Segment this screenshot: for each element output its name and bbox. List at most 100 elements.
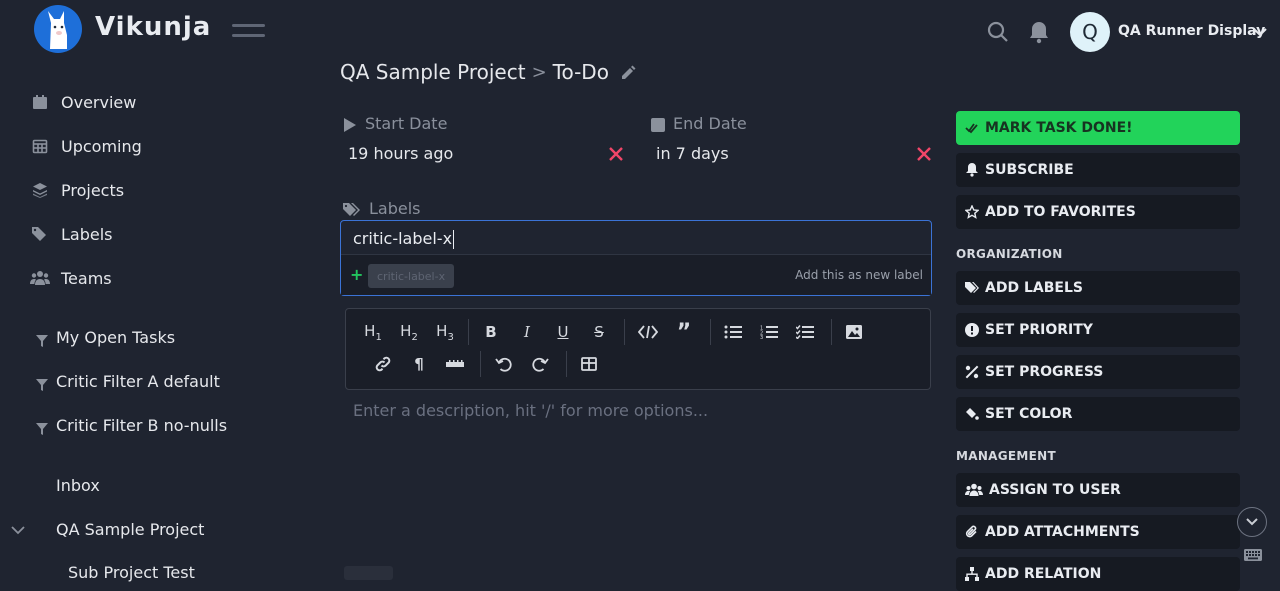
chevron-down-icon[interactable]: [10, 522, 26, 538]
filter-icon: [36, 420, 48, 435]
chevron-down-icon: [1246, 518, 1258, 526]
sidebar-item-label: Upcoming: [61, 136, 142, 156]
sidebar-filter-my-open-tasks[interactable]: My Open Tasks: [36, 328, 175, 347]
heading-1-icon[interactable]: H1: [359, 320, 387, 344]
bell-icon: [965, 163, 979, 177]
new-label-chip[interactable]: critic-label-x: [368, 264, 455, 288]
svg-text:3: 3: [760, 335, 763, 339]
filter-icon: [36, 376, 48, 391]
calendar-icon: [30, 92, 50, 112]
labels-search-input[interactable]: critic-label-x: [353, 229, 455, 249]
sidebar-item-label: Teams: [61, 268, 112, 288]
underline-icon[interactable]: U: [549, 320, 577, 344]
calendar-grid-icon: [30, 136, 50, 156]
add-labels-button[interactable]: ADD LABELS: [956, 271, 1240, 305]
bold-icon[interactable]: B: [477, 320, 505, 344]
sidebar-filter-critic-a[interactable]: Critic Filter A default: [36, 372, 220, 391]
plus-icon: +: [350, 265, 364, 284]
user-menu-name[interactable]: QA Runner Display: [1118, 23, 1265, 39]
labels-multiselect[interactable]: critic-label-x + critic-label-x Add this…: [340, 220, 932, 296]
mark-done-button[interactable]: MARK TASK DONE!: [956, 111, 1240, 145]
table-icon[interactable]: [575, 352, 603, 376]
clear-start-date-icon[interactable]: [609, 146, 625, 162]
strikethrough-icon[interactable]: S: [585, 320, 613, 344]
sidebar-item-projects[interactable]: Projects: [30, 178, 124, 202]
sidebar-item-teams[interactable]: Teams: [30, 266, 112, 290]
tags-icon: [30, 224, 50, 244]
description-placeholder[interactable]: Enter a description, hit '/' for more op…: [353, 401, 708, 420]
code-icon[interactable]: [634, 320, 662, 344]
double-check-icon: [965, 121, 979, 135]
chevron-down-icon[interactable]: [1252, 24, 1268, 40]
sidebar-project-qa-sample[interactable]: QA Sample Project: [56, 520, 204, 539]
add-attachments-button[interactable]: ADD ATTACHMENTS: [956, 515, 1240, 549]
sidebar-project-inbox[interactable]: Inbox: [56, 476, 100, 495]
label-suggestion-row[interactable]: + critic-label-x Add this as new label: [341, 255, 931, 295]
tags-icon: [965, 281, 979, 295]
sidebar-filter-label: Critic Filter A default: [56, 372, 220, 391]
ordered-list-icon[interactable]: 123: [755, 320, 783, 344]
breadcrumb: QA Sample Project > To-Do: [340, 60, 637, 84]
star-icon: [965, 205, 979, 219]
add-to-favorites-button[interactable]: ADD TO FAVORITES: [956, 195, 1240, 229]
scroll-down-button[interactable]: [1237, 507, 1267, 537]
sidebar-filter-critic-b[interactable]: Critic Filter B no-nulls: [36, 416, 227, 435]
editor-toolbar: H1 H2 H3 B I U S ” 123 ¶: [345, 308, 931, 390]
menu-toggle-icon[interactable]: [232, 24, 265, 44]
vikunja-logo[interactable]: [34, 5, 82, 53]
play-icon: [343, 117, 357, 132]
fill-drip-icon: [965, 407, 979, 421]
end-date-label: End Date: [651, 114, 747, 133]
start-date-value[interactable]: 19 hours ago: [348, 144, 453, 163]
subscribe-button[interactable]: SUBSCRIBE: [956, 153, 1240, 187]
sidebar-item-label: Labels: [61, 224, 113, 244]
search-icon[interactable]: [986, 20, 1010, 44]
image-icon[interactable]: [840, 320, 868, 344]
quote-icon[interactable]: ”: [670, 320, 698, 345]
management-heading: MANAGEMENT: [956, 449, 1056, 463]
save-button[interactable]: [344, 566, 393, 580]
link-icon[interactable]: [369, 352, 397, 376]
start-date-label: Start Date: [343, 114, 447, 133]
heading-2-icon[interactable]: H2: [395, 320, 423, 344]
paragraph-icon[interactable]: ¶: [405, 352, 433, 376]
assign-to-user-button[interactable]: ASSIGN TO USER: [956, 473, 1240, 507]
set-color-button[interactable]: SET COLOR: [956, 397, 1240, 431]
task-title[interactable]: To-Do: [553, 60, 609, 84]
sidebar-item-label: Overview: [61, 92, 137, 112]
redo-icon[interactable]: [526, 352, 554, 376]
keyboard-icon[interactable]: [1244, 546, 1262, 561]
percent-icon: [965, 365, 979, 379]
stop-icon: [651, 117, 665, 132]
brand-name: Vikunja: [95, 12, 212, 42]
horizontal-rule-icon[interactable]: [441, 352, 469, 376]
undo-icon[interactable]: [490, 352, 518, 376]
sidebar-item-label: Projects: [61, 180, 125, 200]
bell-icon[interactable]: [1028, 20, 1052, 44]
sitemap-icon: [965, 567, 979, 581]
paperclip-icon: [965, 525, 979, 539]
breadcrumb-separator: >: [531, 61, 547, 83]
task-list-icon[interactable]: [791, 320, 819, 344]
italic-icon[interactable]: I: [513, 320, 541, 344]
tags-icon: [343, 202, 361, 216]
sidebar-item-upcoming[interactable]: Upcoming: [30, 134, 142, 158]
set-progress-button[interactable]: SET PROGRESS: [956, 355, 1240, 389]
end-date-value[interactable]: in 7 days: [656, 144, 729, 163]
heading-3-icon[interactable]: H3: [431, 320, 459, 344]
users-icon: [30, 268, 50, 288]
sidebar-item-labels[interactable]: Labels: [30, 222, 113, 246]
layers-icon: [30, 180, 50, 200]
filter-icon: [36, 332, 48, 347]
add-new-label-hint: Add this as new label: [795, 268, 923, 282]
set-priority-button[interactable]: SET PRIORITY: [956, 313, 1240, 347]
clear-end-date-icon[interactable]: [917, 146, 933, 162]
pencil-icon[interactable]: [619, 63, 637, 81]
add-relation-button[interactable]: ADD RELATION: [956, 557, 1240, 591]
bullet-list-icon[interactable]: [719, 320, 747, 344]
sidebar-item-overview[interactable]: Overview: [30, 90, 136, 114]
sidebar-project-sub[interactable]: Sub Project Test: [68, 563, 195, 582]
breadcrumb-project[interactable]: QA Sample Project: [340, 60, 526, 84]
avatar[interactable]: Q: [1070, 12, 1110, 52]
organization-heading: ORGANIZATION: [956, 247, 1063, 261]
